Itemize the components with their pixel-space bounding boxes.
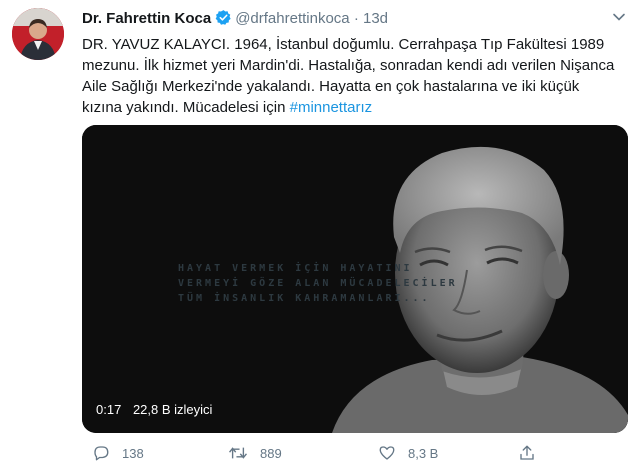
header-separator: · [353, 10, 359, 27]
overlay-line-3: TÜM İNSANLIK KAHRAMANLARI... [178, 293, 431, 304]
avatar[interactable] [12, 8, 64, 60]
like-button[interactable]: 8,3 B [378, 444, 438, 462]
tweet-actions: 138 889 8,3 B [82, 444, 628, 466]
hashtag-link[interactable]: #minnettarız [290, 99, 373, 116]
tweet-text: DR. YAVUZ KALAYCI. 1964, İstanbul doğuml… [82, 34, 622, 118]
tweet-header: Dr. Fahrettin Koca @drfahrettinkoca · 13d [82, 9, 388, 30]
like-count: 8,3 B [408, 445, 439, 461]
share-icon [520, 445, 534, 460]
reply-count: 138 [122, 445, 144, 461]
overlay-line-1: HAYAT VERMEK İÇİN HAYATINI [178, 263, 413, 274]
retweet-button[interactable]: 889 [228, 444, 282, 462]
author-handle[interactable]: @drfahrettinkoca [235, 10, 349, 27]
overlay-line-2: VERMEYİ GÖZE ALAN MÜCADELECİLER [178, 278, 458, 289]
tweet-time[interactable]: 13d [363, 10, 388, 27]
reply-button[interactable]: 138 [92, 444, 144, 462]
video-duration: 0:17 [96, 402, 122, 417]
video-views: 22,8 B izleyici [132, 402, 213, 417]
video-player[interactable]: HAYAT VERMEK İÇİN HAYATINI VERMEYİ GÖZE … [82, 125, 628, 433]
chevron-down-icon[interactable] [612, 10, 626, 29]
video-meta: 0:17 22,8 B izleyici [96, 402, 220, 417]
reply-icon [94, 446, 109, 461]
author-name[interactable]: Dr. Fahrettin Koca [82, 10, 211, 27]
like-icon [379, 446, 395, 460]
retweet-count: 889 [260, 445, 282, 461]
share-button[interactable] [518, 444, 548, 462]
retweet-icon [228, 447, 248, 459]
verified-badge-icon [215, 9, 232, 30]
